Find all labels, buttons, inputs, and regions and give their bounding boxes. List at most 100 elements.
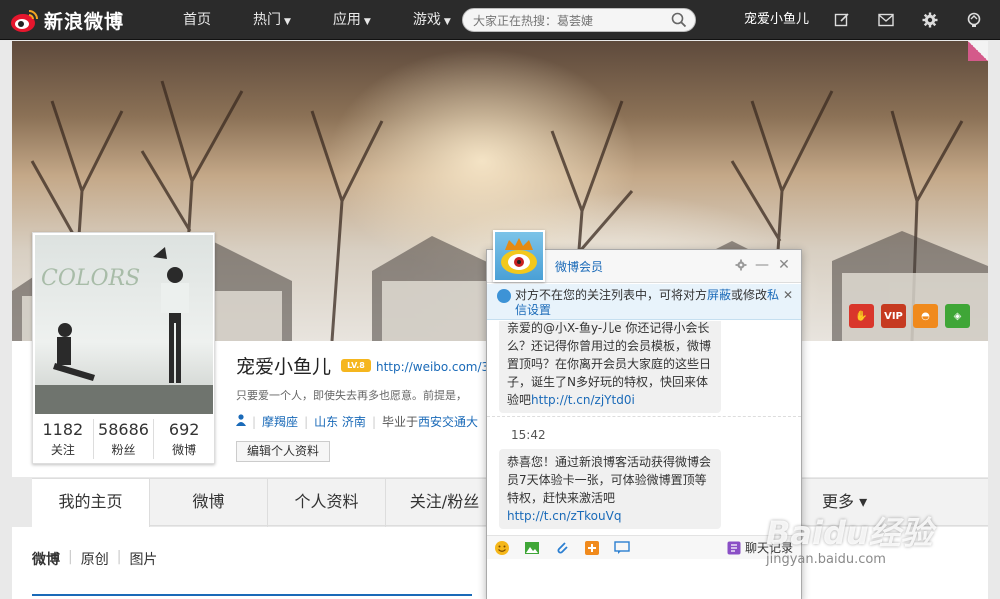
watermark-title: Baidu经验: [766, 514, 933, 552]
logo-text: 新浪微博: [44, 10, 125, 33]
stat-followers[interactable]: 58686 粉丝: [94, 419, 155, 459]
baidu-watermark: Baidu经验 jingyan.baidu.com: [766, 508, 933, 567]
location-link[interactable]: 山东 济南: [314, 413, 366, 430]
notice-close-icon[interactable]: ✕: [783, 288, 793, 302]
message-link[interactable]: http://t.cn/zTkouVq: [507, 509, 621, 523]
avatar[interactable]: COLORS: [35, 235, 213, 414]
profile-bio: 只要爱一个人，即使失去再多也愿意。前提是，: [236, 389, 467, 402]
meta-separator: |: [371, 414, 376, 429]
badge-green-icon[interactable]: ◈: [945, 304, 970, 328]
notice-text: 对方不在您的关注列表中，可将对方屏蔽或修改私信设置: [515, 288, 780, 318]
info-shield-icon: [497, 289, 511, 303]
history-icon: [727, 541, 741, 554]
subtab-separator: |: [68, 549, 73, 565]
svg-text:COLORS: COLORS: [41, 266, 140, 291]
image-icon[interactable]: [517, 538, 547, 558]
meta-separator: |: [252, 414, 257, 429]
stat-following-count: 1182: [42, 420, 84, 439]
message-text: 恭喜您！通过新浪博客活动获得微博会员7天体验卡一张，可体验微博置顶等特权，赶快来…: [507, 455, 712, 505]
stat-followers-count: 58686: [98, 420, 149, 439]
nav-user-name[interactable]: 宠爱小鱼儿: [744, 0, 809, 40]
profile-name: 宠爱小鱼儿: [236, 356, 332, 378]
compose-icon[interactable]: [820, 0, 864, 40]
stat-posts[interactable]: 692 微博: [154, 419, 214, 459]
nav-games-label: 游戏: [412, 12, 441, 28]
caret-down-icon: ▼: [443, 17, 451, 27]
nav-home[interactable]: 首页: [170, 0, 224, 40]
nav-hot-label: 热门: [253, 12, 281, 28]
chat-icon[interactable]: [607, 538, 637, 558]
chat-header[interactable]: 微博会员 — ✕: [487, 230, 801, 283]
top-nav-bar: 新浪微博 首页 热门▼ 应用▼ 游戏▼ 宠爱小鱼儿: [0, 0, 1000, 40]
notice-prefix: 对方不在您的关注列表中，可将对方: [515, 288, 708, 302]
content-subtabs: 微博 | 原创 | 图片: [32, 549, 157, 569]
weibo-logo[interactable]: 新浪微博: [10, 6, 124, 34]
smiley-icon[interactable]: [487, 538, 517, 558]
crown-icon[interactable]: [952, 0, 996, 40]
watermark-url: jingyan.baidu.com: [766, 552, 886, 567]
badge-sunset-icon[interactable]: ◓: [913, 304, 938, 328]
person-icon: [236, 414, 246, 429]
caret-down-icon: ▼: [284, 17, 291, 27]
content-divider: [32, 594, 472, 596]
subtab-weibo[interactable]: 微博: [32, 549, 60, 569]
stat-following[interactable]: 1182 关注: [33, 419, 94, 459]
tab-profile[interactable]: 个人资料: [268, 479, 386, 527]
subtab-original[interactable]: 原创: [81, 549, 109, 569]
chat-messages: 亲爱的@小X-鱼y-儿e 你还记得小会长么？还记得你曾用过的会员模板，微博置顶吗…: [487, 321, 801, 536]
mail-icon[interactable]: [864, 0, 908, 40]
chat-title: 微博会员: [555, 260, 604, 274]
chat-settings-gear-icon[interactable]: [732, 256, 750, 274]
caret-down-icon: ▼: [363, 17, 371, 27]
notice-mid: 或修改: [731, 288, 768, 302]
badge-hand-icon[interactable]: ✋: [849, 304, 874, 328]
weibo-eye-icon: [10, 7, 40, 33]
nav-apps-label: 应用: [332, 12, 361, 28]
plus-icon[interactable]: [577, 538, 607, 558]
search-input[interactable]: [473, 12, 663, 29]
message-link[interactable]: http://t.cn/zjYtd0i: [531, 393, 635, 407]
nav-games[interactable]: 游戏 ▼: [400, 0, 464, 40]
tab-weibo[interactable]: 微博: [150, 479, 268, 527]
message-time: 15:42: [511, 428, 546, 442]
time-divider: [487, 416, 801, 417]
subtab-images[interactable]: 图片: [129, 549, 157, 569]
badge-row: ✋ VIP ◓ ◈: [849, 304, 970, 328]
meta-separator: |: [304, 414, 309, 429]
chat-notice: 对方不在您的关注列表中，可将对方屏蔽或修改私信设置 ✕: [487, 284, 801, 320]
attach-icon[interactable]: [547, 538, 577, 558]
minimize-icon[interactable]: —: [753, 256, 771, 274]
stat-posts-label: 微博: [172, 443, 197, 457]
stat-posts-count: 692: [168, 420, 200, 439]
nav-links: 首页 热门 ▼ 应用 ▼ 游戏 ▼: [170, 0, 480, 40]
stat-followers-label: 粉丝: [111, 443, 136, 457]
chat-toolbar: 聊天记录: [487, 535, 801, 559]
gear-icon[interactable]: [908, 0, 952, 40]
profile-url[interactable]: http://weibo.com/329: [376, 360, 488, 374]
edit-profile-button[interactable]: 编辑个人资料: [236, 441, 330, 462]
message-bubble: 恭喜您！通过新浪博客活动获得微博会员7天体验卡一张，可体验微博置顶等特权，赶快来…: [499, 449, 721, 529]
nav-home-label: 首页: [183, 12, 211, 28]
subtab-separator: |: [116, 549, 122, 565]
constellation-link[interactable]: 摩羯座: [262, 413, 298, 430]
search-icon[interactable]: [671, 12, 687, 28]
tab-my-home[interactable]: 我的主页: [32, 479, 150, 528]
stat-following-label: 关注: [50, 443, 75, 457]
search-box: [462, 8, 696, 32]
level-badge[interactable]: LV.8: [341, 359, 371, 372]
avatar-card: COLORS 1182 关注 58686 粉丝 692 微博: [32, 232, 215, 464]
skin-corner-tab[interactable]: [968, 41, 988, 61]
block-link[interactable]: 屏蔽: [707, 288, 731, 302]
school-link[interactable]: 西安交通大: [418, 413, 478, 430]
message-bubble: 亲爱的@小X-鱼y-儿e 你还记得小会长么？还记得你曾用过的会员模板，微博置顶吗…: [499, 321, 721, 413]
vip-label: VIP: [884, 310, 903, 322]
chat-contact-avatar[interactable]: [493, 230, 545, 282]
nav-hot[interactable]: 热门 ▼: [240, 0, 304, 40]
nav-apps[interactable]: 应用 ▼: [320, 0, 384, 40]
nav-icon-group: [820, 0, 996, 40]
badge-vip-icon[interactable]: VIP: [881, 304, 906, 328]
profile-meta: | 摩羯座 | 山东 济南 | 毕业于 西安交通大: [236, 413, 488, 430]
close-icon[interactable]: ✕: [775, 256, 793, 274]
profile-stats: 1182 关注 58686 粉丝 692 微博: [33, 419, 214, 459]
school-prefix: 毕业于: [381, 415, 418, 429]
